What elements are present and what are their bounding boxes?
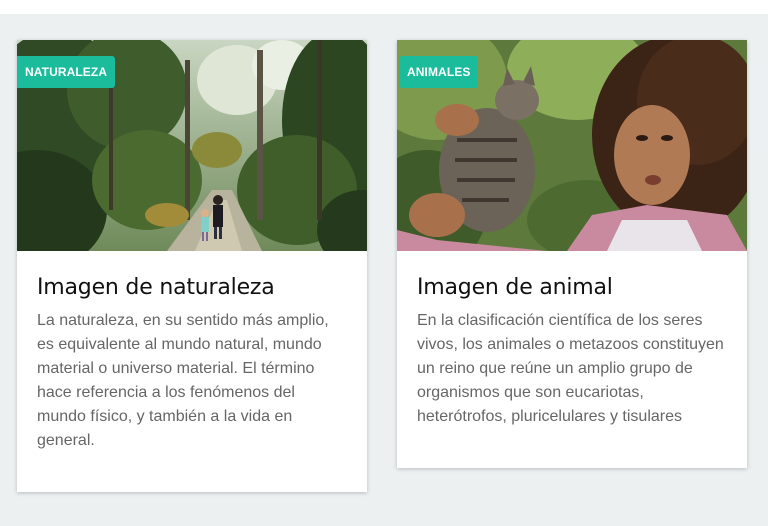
card-body: Imagen de naturaleza La naturaleza, en s… [17,251,367,453]
card-title: Imagen de animal [417,275,613,300]
card-animal: ANIMALES Imagen de animal En la clasific… [397,40,747,468]
card-title: Imagen de naturaleza [37,275,275,300]
card-image-nature: NATURALEZA [17,40,367,251]
card-description: En la clasificación científica de los se… [417,312,724,425]
category-badge[interactable]: NATURALEZA [17,56,116,88]
card-body: Imagen de animal En la clasificación cie… [397,251,747,429]
card-image-animal: ANIMALES [397,40,747,251]
card-nature: NATURALEZA Imagen de naturaleza La natur… [17,40,367,492]
category-badge[interactable]: ANIMALES [399,56,479,88]
card-description: La naturaleza, en su sentido más amplio,… [37,312,329,449]
top-white-strip [0,0,768,14]
